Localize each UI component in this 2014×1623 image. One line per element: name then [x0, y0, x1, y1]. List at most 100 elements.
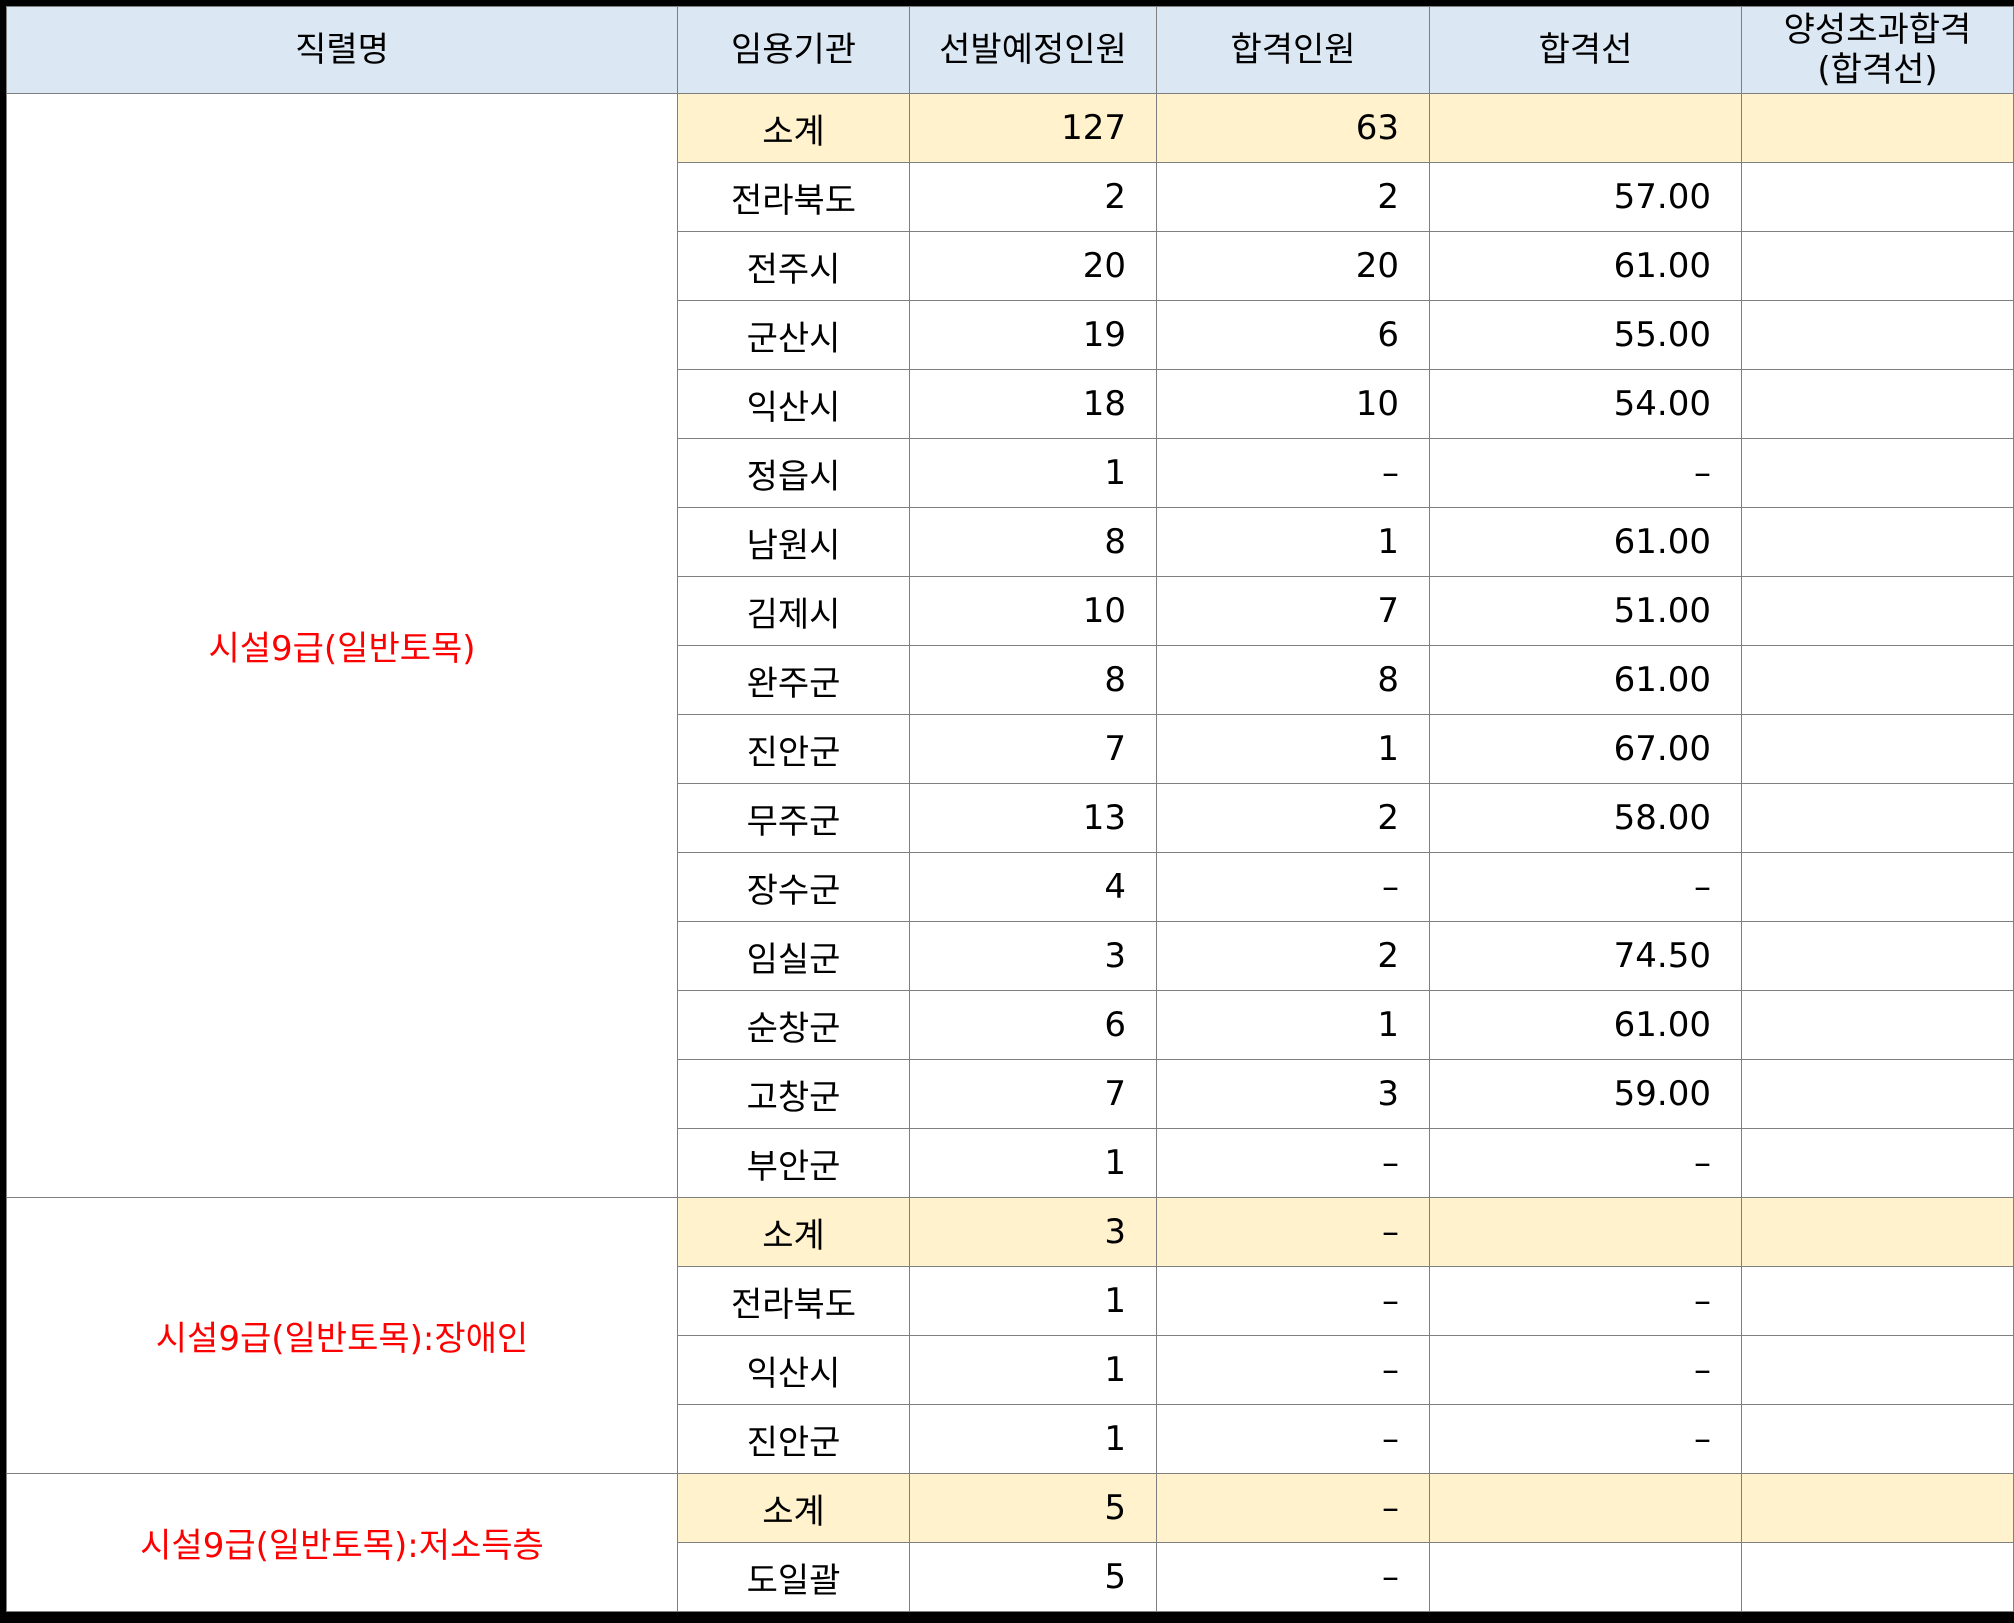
header-job: 직렬명: [6, 6, 678, 94]
planned-cell: 13: [909, 783, 1157, 853]
planned-cell: 5: [909, 1542, 1157, 1612]
subtotal-passed: 63: [1156, 93, 1430, 163]
agency-cell: 장수군: [677, 852, 910, 922]
subtotal-label: 소계: [677, 1473, 910, 1543]
planned-cell: 6: [909, 990, 1157, 1060]
planned-cell: 1: [909, 438, 1157, 508]
planned-cell: 3: [909, 921, 1157, 991]
agency-cell: 정읍시: [677, 438, 910, 508]
cutoff-cell: –: [1429, 1128, 1742, 1198]
extra-cell: [1741, 921, 2014, 991]
extra-cell: [1741, 714, 2014, 784]
cutoff-cell: 54.00: [1429, 369, 1742, 439]
cutoff-cell: 57.00: [1429, 162, 1742, 232]
cutoff-cell: 58.00: [1429, 783, 1742, 853]
subtotal-passed: –: [1156, 1197, 1430, 1267]
subtotal-row: 시설9급(일반토목):저소득층 소계 5–: [6, 1473, 2014, 1612]
planned-cell: 1: [909, 1266, 1157, 1336]
header-cutoff: 합격선: [1429, 6, 1742, 94]
passed-cell: 10: [1156, 369, 1430, 439]
extra-cell: [1741, 300, 2014, 370]
job-title-cell: 시설9급(일반토목):장애인: [6, 1197, 678, 1474]
cutoff-cell: 55.00: [1429, 300, 1742, 370]
cutoff-cell: 51.00: [1429, 576, 1742, 646]
passed-cell: 1: [1156, 714, 1430, 784]
planned-cell: 7: [909, 1059, 1157, 1129]
subtotal-label: 소계: [677, 93, 910, 163]
agency-cell: 고창군: [677, 1059, 910, 1129]
agency-cell: 부안군: [677, 1128, 910, 1198]
passed-cell: –: [1156, 1128, 1430, 1198]
extra-cell: [1741, 1404, 2014, 1474]
cutoff-cell: 67.00: [1429, 714, 1742, 784]
subtotal-row: 시설9급(일반토목) 소계 127 63: [6, 93, 2014, 1198]
planned-cell: 8: [909, 507, 1157, 577]
job-title-cell: 시설9급(일반토목): [6, 93, 678, 1198]
passed-cell: –: [1156, 852, 1430, 922]
planned-cell: 4: [909, 852, 1157, 922]
planned-cell: 1: [909, 1404, 1157, 1474]
subtotal-label: 소계: [677, 1197, 910, 1267]
passed-cell: –: [1156, 1542, 1430, 1612]
agency-cell: 김제시: [677, 576, 910, 646]
extra-cell: [1741, 162, 2014, 232]
table-body: 시설9급(일반토목) 소계 127 63 전라북도 2 2 57.00 전주시 20 20 61.00…: [6, 93, 2014, 1612]
extra-cell: [1741, 1266, 2014, 1336]
cutoff-cell: 61.00: [1429, 645, 1742, 715]
planned-cell: 20: [909, 231, 1157, 301]
extra-cell: [1741, 852, 2014, 922]
extra-cell: [1741, 783, 2014, 853]
extra-cell: [1741, 438, 2014, 508]
passed-cell: 1: [1156, 507, 1430, 577]
cutoff-cell: 59.00: [1429, 1059, 1742, 1129]
agency-cell: 전주시: [677, 231, 910, 301]
agency-cell: 도일괄: [677, 1542, 910, 1612]
planned-cell: 2: [909, 162, 1157, 232]
agency-cell: 무주군: [677, 783, 910, 853]
agency-cell: 진안군: [677, 1404, 910, 1474]
extra-cell: [1741, 990, 2014, 1060]
agency-cell: 전라북도: [677, 1266, 910, 1336]
subtotal-extra: [1741, 1473, 2014, 1543]
subtotal-row: 시설9급(일반토목):장애인 소계 3–: [6, 1197, 2014, 1474]
cutoff-cell: 61.00: [1429, 507, 1742, 577]
passed-cell: 7: [1156, 576, 1430, 646]
subtotal-extra: [1741, 93, 2014, 163]
planned-cell: 18: [909, 369, 1157, 439]
extra-cell: [1741, 645, 2014, 715]
planned-cell: 10: [909, 576, 1157, 646]
cutoff-cell: 74.50: [1429, 921, 1742, 991]
cutoff-cell: 61.00: [1429, 990, 1742, 1060]
extra-cell: [1741, 576, 2014, 646]
extra-cell: [1741, 1128, 2014, 1198]
subtotal-cutoff: [1429, 1473, 1742, 1543]
header-agency: 임용기관: [677, 6, 910, 94]
passed-cell: –: [1156, 438, 1430, 508]
cutoff-cell: –: [1429, 1266, 1742, 1336]
passed-cell: 2: [1156, 162, 1430, 232]
planned-cell: 1: [909, 1128, 1157, 1198]
passed-cell: –: [1156, 1335, 1430, 1405]
agency-cell: 전라북도: [677, 162, 910, 232]
planned-cell: 19: [909, 300, 1157, 370]
extra-cell: [1741, 1542, 2014, 1612]
subtotal-planned: 127: [909, 93, 1157, 163]
passed-cell: 6: [1156, 300, 1430, 370]
extra-cell: [1741, 1059, 2014, 1129]
extra-cell: [1741, 369, 2014, 439]
planned-cell: 1: [909, 1335, 1157, 1405]
passed-cell: –: [1156, 1266, 1430, 1336]
planned-cell: 7: [909, 714, 1157, 784]
header-row: 직렬명 임용기관 선발예정인원 합격인원 합격선 양성초과합격 (합격선): [6, 6, 2014, 94]
cutoff-cell: –: [1429, 1335, 1742, 1405]
subtotal-extra: [1741, 1197, 2014, 1267]
subtotal-cutoff: [1429, 1197, 1742, 1267]
planned-cell: 8: [909, 645, 1157, 715]
subtotal-cutoff: [1429, 93, 1742, 163]
agency-cell: 임실군: [677, 921, 910, 991]
passed-cell: 3: [1156, 1059, 1430, 1129]
cutoff-cell: –: [1429, 1404, 1742, 1474]
header-extra: 양성초과합격 (합격선): [1741, 6, 2014, 94]
agency-cell: 익산시: [677, 369, 910, 439]
extra-cell: [1741, 231, 2014, 301]
